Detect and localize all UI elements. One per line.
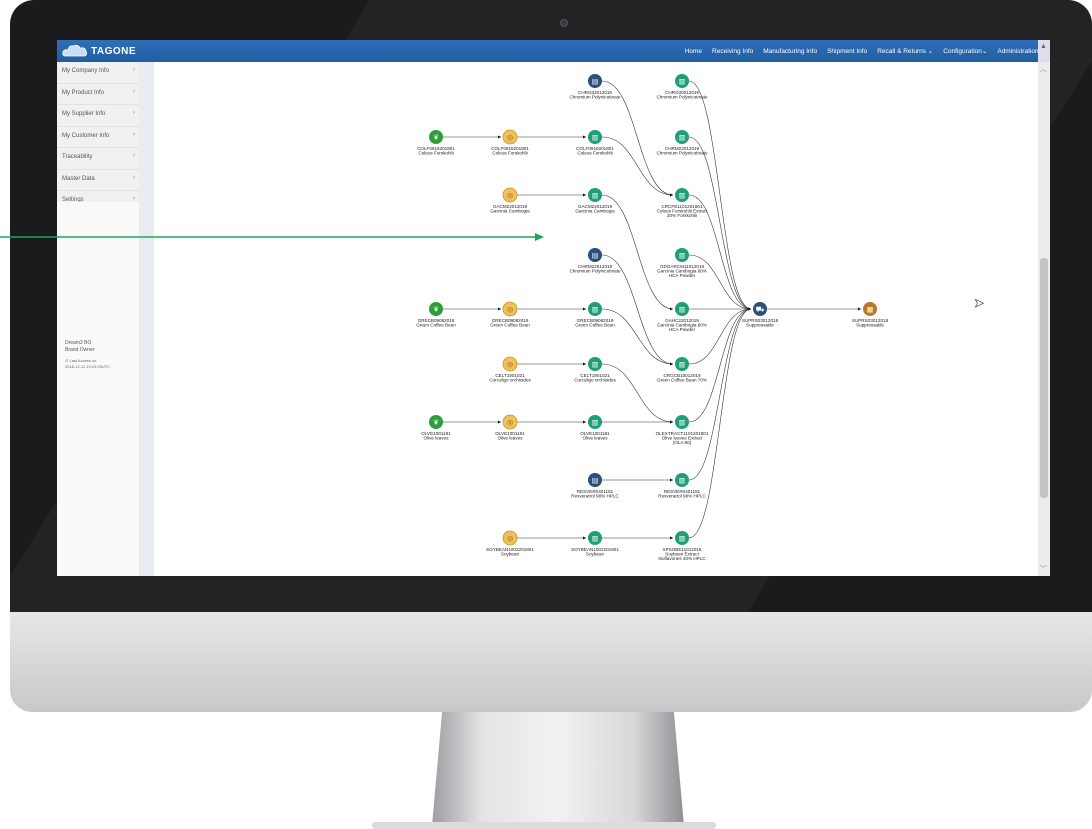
imac-mockup: TAGONE Home Receiving Info Manufacturing I… <box>0 0 1092 829</box>
callout-arrow-head <box>535 233 544 241</box>
callout-annotation <box>0 233 544 241</box>
